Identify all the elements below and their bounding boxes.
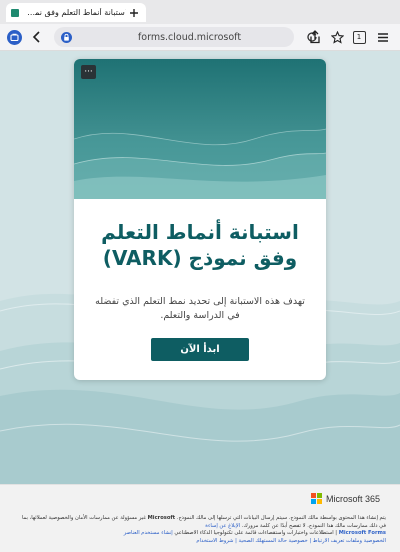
form-page[interactable]: ··· استبانة أنماط التعلم وفق نموذج (VARK…	[0, 51, 400, 484]
brand-name: Microsoft 365	[325, 493, 380, 504]
form-title: استبانة أنماط التعلم وفق نموذج (VARK)	[101, 220, 299, 270]
tab-favicon-icon	[11, 8, 19, 17]
bookmark-star-icon	[330, 30, 344, 44]
privacy-links[interactable]: الخصوصية وملفات تعريف الارتباط | خصوصية …	[196, 538, 386, 544]
menu-icon	[378, 32, 388, 42]
notice-microsoft: Microsoft	[147, 515, 176, 521]
microsoft-365-logo: Microsoft 365	[310, 493, 380, 504]
form-card: ··· استبانة أنماط التعلم وفق نموذج (VARK…	[74, 59, 326, 380]
plus-icon	[129, 8, 138, 17]
share-icon	[310, 30, 320, 44]
back-button[interactable]	[29, 29, 45, 45]
url-text: forms.cloud.microsoft	[137, 31, 242, 43]
tab-bar: استبانة أنماط التعلم وفق نموذج	[0, 0, 400, 24]
page-footer: Microsoft 365 يتم إنشاء هذا المحتوى بواس…	[0, 484, 400, 552]
profile-icon	[6, 29, 22, 45]
start-button[interactable]: ابدأ الآن	[151, 338, 249, 361]
card-header-banner	[74, 59, 326, 199]
back-arrow-icon	[32, 31, 40, 43]
profile-button[interactable]	[6, 29, 22, 45]
bookmark-button[interactable]	[329, 29, 345, 45]
footer-notice: يتم إنشاء هذا المحتوى بواسطة مالك النموذ…	[14, 515, 386, 545]
address-bar[interactable]: forms.cloud.microsoft	[54, 27, 317, 47]
microsoft-logo-icon	[310, 493, 322, 504]
tab-title: استبانة أنماط التعلم وفق نموذج	[23, 8, 127, 17]
forms-brand-link[interactable]: Microsoft Forms	[339, 530, 386, 536]
notice-text-2: | استطلاعات واختبارات واستقصاءات قائمة ع…	[174, 530, 338, 536]
new-tab-button[interactable]	[125, 4, 142, 21]
ai-info-link[interactable]: إنشاء مستخدم العناصر	[124, 530, 173, 536]
browser-toolbar: forms.cloud.microsoft 1	[0, 24, 400, 51]
notice-text-1: يتم إنشاء هذا المحتوى بواسطة مالك النموذ…	[176, 515, 386, 521]
report-abuse-link[interactable]: الإبلاغ عن إساءة	[205, 523, 240, 529]
share-button[interactable]	[307, 29, 323, 45]
tab-count-icon: 1	[352, 30, 366, 44]
secure-site-icon	[61, 31, 72, 43]
more-options-icon: ···	[84, 66, 93, 77]
tabs-button[interactable]: 1	[351, 29, 367, 45]
more-options-button[interactable]: ···	[81, 65, 96, 79]
menu-button[interactable]	[375, 29, 391, 45]
form-description: تهدف هذه الاستبانة إلى تحديد نمط التعلم …	[95, 296, 305, 321]
